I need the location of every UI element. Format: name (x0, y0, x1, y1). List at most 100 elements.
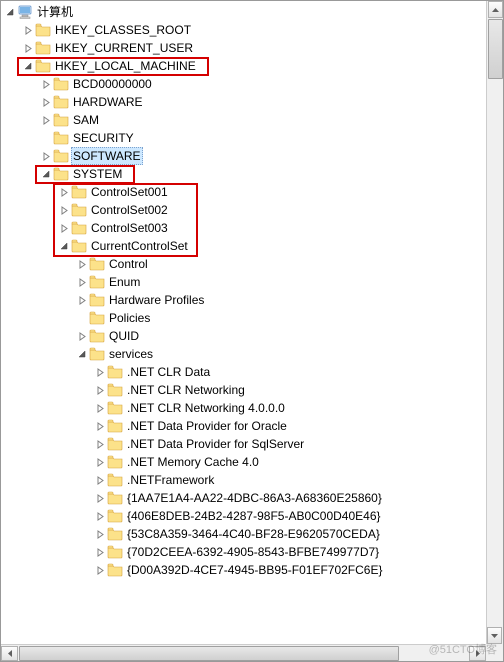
expand-icon[interactable] (93, 435, 107, 453)
tree-item[interactable]: CurrentControlSet (3, 237, 503, 255)
expand-icon[interactable] (21, 21, 35, 39)
tree-item-label: HKEY_LOCAL_MACHINE (53, 57, 198, 75)
tree-item[interactable]: HKEY_CURRENT_USER (3, 39, 503, 57)
tree-item[interactable]: Control (3, 255, 503, 273)
tree-item[interactable]: Policies (3, 309, 503, 327)
scroll-up-button[interactable] (488, 1, 503, 18)
tree-item[interactable]: SYSTEM (3, 165, 503, 183)
tree-item[interactable]: SECURITY (3, 129, 503, 147)
tree-item[interactable]: Hardware Profiles (3, 291, 503, 309)
tree-item[interactable]: SOFTWARE (3, 147, 503, 165)
expand-icon[interactable] (75, 273, 89, 291)
tree-item[interactable]: Enum (3, 273, 503, 291)
folder-icon (71, 238, 87, 254)
folder-icon (71, 184, 87, 200)
horizontal-scrollbar-thumb[interactable] (19, 646, 399, 661)
tree-item[interactable]: .NET Data Provider for SqlServer (3, 435, 503, 453)
folder-icon (35, 40, 51, 56)
tree-item[interactable]: {53C8A359-3464-4C40-BF28-E9620570CEDA} (3, 525, 503, 543)
expand-icon[interactable] (57, 183, 71, 201)
folder-icon (107, 400, 123, 416)
tree-item[interactable]: 计算机 (3, 3, 503, 21)
expand-icon[interactable] (93, 543, 107, 561)
tree-item[interactable]: .NET Memory Cache 4.0 (3, 453, 503, 471)
scrollbar-corner (486, 644, 503, 661)
expand-icon[interactable] (93, 507, 107, 525)
scroll-right-button[interactable] (469, 646, 486, 661)
folder-icon (107, 490, 123, 506)
tree-item-label: .NETFramework (125, 471, 216, 489)
tree-item[interactable]: BCD00000000 (3, 75, 503, 93)
tree-item-label: SAM (71, 111, 101, 129)
folder-icon (71, 202, 87, 218)
tree-item[interactable]: .NET CLR Data (3, 363, 503, 381)
expand-icon[interactable] (93, 525, 107, 543)
folder-icon (53, 112, 69, 128)
scroll-down-button[interactable] (487, 627, 502, 644)
expand-icon[interactable] (93, 453, 107, 471)
tree-item[interactable]: SAM (3, 111, 503, 129)
tree-item[interactable]: .NET CLR Networking 4.0.0.0 (3, 399, 503, 417)
tree-item[interactable]: HARDWARE (3, 93, 503, 111)
expand-icon[interactable] (39, 75, 53, 93)
expand-icon[interactable] (75, 255, 89, 273)
expand-icon[interactable] (93, 417, 107, 435)
expand-icon[interactable] (93, 381, 107, 399)
tree-item-label: Enum (107, 273, 142, 291)
folder-icon (107, 454, 123, 470)
tree-item[interactable]: services (3, 345, 503, 363)
horizontal-scrollbar[interactable] (1, 644, 486, 661)
expand-icon[interactable] (57, 201, 71, 219)
vertical-scrollbar[interactable] (486, 1, 503, 644)
folder-icon (107, 526, 123, 542)
registry-tree[interactable]: 计算机HKEY_CLASSES_ROOTHKEY_CURRENT_USERHKE… (1, 1, 503, 661)
folder-icon (71, 220, 87, 236)
vertical-scrollbar-thumb[interactable] (488, 19, 503, 79)
folder-icon (53, 94, 69, 110)
collapse-icon[interactable] (75, 345, 89, 363)
folder-icon (89, 328, 105, 344)
expand-icon[interactable] (75, 291, 89, 309)
tree-item-label: Control (107, 255, 150, 273)
expand-icon[interactable] (93, 471, 107, 489)
expand-icon[interactable] (75, 327, 89, 345)
collapse-icon[interactable] (57, 237, 71, 255)
tree-item-label: ControlSet002 (89, 201, 170, 219)
expand-icon[interactable] (21, 39, 35, 57)
tree-item[interactable]: ControlSet003 (3, 219, 503, 237)
expand-icon[interactable] (93, 399, 107, 417)
tree-item[interactable]: .NET Data Provider for Oracle (3, 417, 503, 435)
folder-icon (35, 22, 51, 38)
expand-icon[interactable] (93, 561, 107, 579)
tree-item-label: SOFTWARE (71, 147, 143, 165)
tree-item[interactable]: {1AA7E1A4-AA22-4DBC-86A3-A68360E25860} (3, 489, 503, 507)
tree-item[interactable]: {70D2CEEA-6392-4905-8543-BFBE749977D7} (3, 543, 503, 561)
expand-icon[interactable] (39, 93, 53, 111)
folder-icon (89, 274, 105, 290)
collapse-icon[interactable] (21, 57, 35, 75)
tree-item[interactable]: HKEY_LOCAL_MACHINE (3, 57, 503, 75)
expand-icon[interactable] (93, 489, 107, 507)
tree-item-label: QUID (107, 327, 141, 345)
expand-icon[interactable] (39, 111, 53, 129)
expand-icon[interactable] (57, 219, 71, 237)
tree-item[interactable]: {406E8DEB-24B2-4287-98F5-AB0C00D40E46} (3, 507, 503, 525)
tree-item[interactable]: .NET CLR Networking (3, 381, 503, 399)
tree-item-label: SECURITY (71, 129, 136, 147)
tree-item-label: HARDWARE (71, 93, 145, 111)
tree-item-label: BCD00000000 (71, 75, 154, 93)
tree-item-label: ControlSet003 (89, 219, 170, 237)
tree-item[interactable]: HKEY_CLASSES_ROOT (3, 21, 503, 39)
collapse-icon[interactable] (39, 165, 53, 183)
tree-item[interactable]: QUID (3, 327, 503, 345)
tree-item[interactable]: .NETFramework (3, 471, 503, 489)
tree-item[interactable]: {D00A392D-4CE7-4945-BB95-F01EF702FC6E} (3, 561, 503, 579)
tree-item[interactable]: ControlSet002 (3, 201, 503, 219)
computer-icon (17, 4, 33, 20)
folder-icon (107, 544, 123, 560)
expand-icon[interactable] (39, 147, 53, 165)
expand-icon[interactable] (93, 363, 107, 381)
tree-item[interactable]: ControlSet001 (3, 183, 503, 201)
scroll-left-button[interactable] (1, 646, 18, 661)
collapse-icon[interactable] (3, 3, 17, 21)
